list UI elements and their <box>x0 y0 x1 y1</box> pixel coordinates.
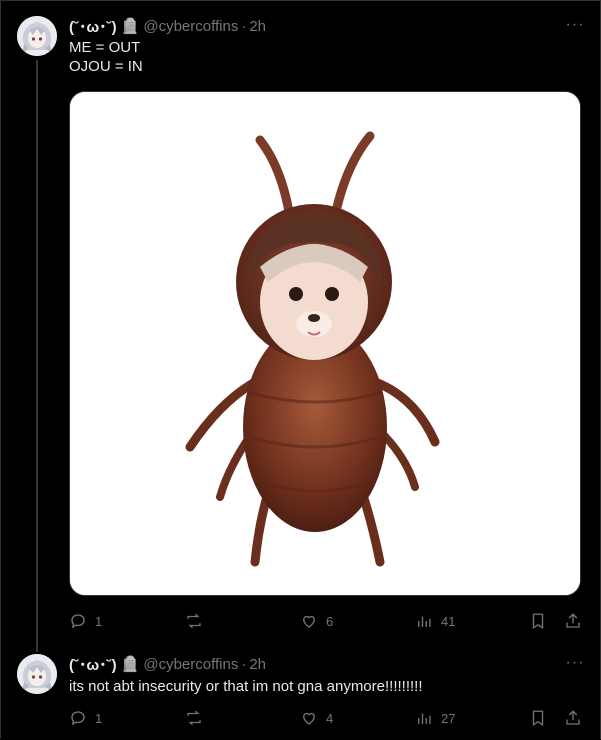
tweet-media-image[interactable] <box>69 91 581 596</box>
like-count: 4 <box>326 710 334 726</box>
handle[interactable]: @cybercoffins <box>143 656 238 673</box>
views-icon <box>418 713 431 724</box>
view-count: 41 <box>441 613 456 629</box>
timestamp[interactable]: 2h <box>249 656 266 673</box>
more-icon[interactable]: ··· <box>563 17 587 40</box>
reply-count: 1 <box>95 710 103 726</box>
share-button[interactable] <box>564 610 582 632</box>
tombstone-emoji-icon: 🪦 <box>120 656 140 673</box>
bookmark-icon <box>532 613 544 630</box>
share-icon <box>566 613 580 628</box>
reply-icon <box>71 614 85 629</box>
tweet-2[interactable]: (˘･ω･˘) 🪦 @cybercoffins · 2h ··· its not… <box>0 640 601 740</box>
thread-line <box>36 60 38 652</box>
timestamp[interactable]: 2h <box>249 18 266 35</box>
repost-icon <box>187 613 201 629</box>
avatar[interactable] <box>17 654 57 694</box>
tweet-text: its not abt insecurity or that im not gn… <box>69 678 423 695</box>
like-count: 6 <box>326 613 334 629</box>
bookmark-button[interactable] <box>529 707 547 729</box>
views-icon <box>418 616 431 627</box>
cockroach-image <box>70 92 580 595</box>
separator-dot: · <box>241 17 247 35</box>
display-name[interactable]: (˘･ω･˘) <box>69 654 117 675</box>
reply-icon <box>71 711 85 726</box>
tombstone-emoji-icon: 🪦 <box>120 18 140 35</box>
bookmark-button[interactable] <box>529 610 547 632</box>
like-button[interactable]: 6 <box>300 610 333 632</box>
tweet-actions: 1 6 41 <box>69 610 587 632</box>
views-button[interactable]: 41 <box>415 610 455 632</box>
share-icon <box>566 710 580 725</box>
share-button[interactable] <box>564 707 582 729</box>
display-name[interactable]: (˘･ω･˘) <box>69 16 117 37</box>
avatar[interactable] <box>17 16 57 56</box>
views-button[interactable]: 27 <box>415 707 455 729</box>
tweet-1[interactable]: (˘･ω･˘) 🪦 @cybercoffins · 2h ··· ME = OU… <box>0 0 601 652</box>
like-icon <box>303 615 315 628</box>
handle[interactable]: @cybercoffins <box>143 18 238 35</box>
like-button[interactable]: 4 <box>300 707 333 729</box>
tweet-header: (˘･ω･˘) 🪦 @cybercoffins · 2h <box>69 654 266 674</box>
like-icon <box>303 712 315 725</box>
reply-button[interactable]: 1 <box>69 707 102 729</box>
view-count: 27 <box>441 710 456 726</box>
more-icon[interactable]: ··· <box>563 655 587 678</box>
reply-button[interactable]: 1 <box>69 610 102 632</box>
tweet-header: (˘･ω･˘) 🪦 @cybercoffins · 2h <box>69 16 266 36</box>
separator-dot: · <box>241 655 247 673</box>
repost-button[interactable] <box>185 707 211 729</box>
repost-icon <box>187 710 201 726</box>
reply-count: 1 <box>95 613 103 629</box>
bookmark-icon <box>532 710 544 727</box>
tweet-text: ME = OUT OJOU = IN <box>69 39 143 75</box>
tweet-actions: 1 4 27 <box>69 707 587 729</box>
repost-button[interactable] <box>185 610 211 632</box>
